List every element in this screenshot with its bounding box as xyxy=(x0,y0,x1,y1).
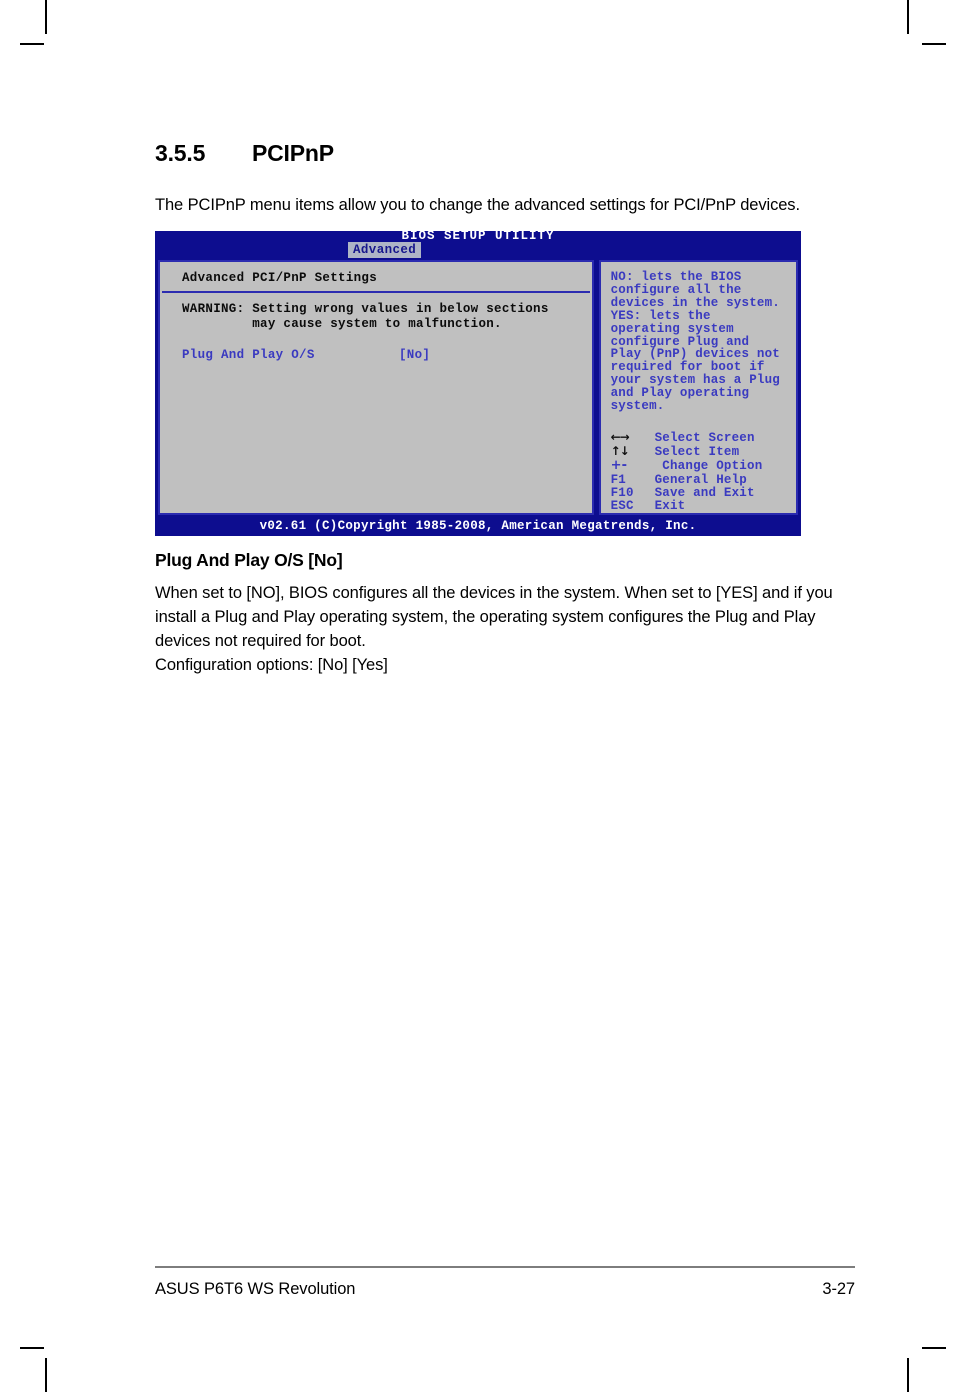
footer-product-name: ASUS P6T6 WS Revolution xyxy=(155,1280,356,1298)
legend-key-icon: ↑↓ xyxy=(610,444,630,459)
legend-description: Change Option xyxy=(654,459,763,474)
page-footer: ASUS P6T6 WS Revolution 3-27 xyxy=(155,1280,855,1299)
legend-key-icon: ←→ xyxy=(610,429,630,444)
legend-key-icon: F1 xyxy=(610,472,626,487)
bios-copyright-footer: v02.61 (C)Copyright 1985-2008, American … xyxy=(155,518,801,537)
crop-mark-top-right-horizontal xyxy=(922,43,946,45)
page-content: 3.5.5 PCIPnP The PCIPnP menu items allow… xyxy=(155,140,855,677)
legend-row: F1 General Help xyxy=(610,472,786,487)
legend-description: Save and Exit xyxy=(654,485,755,500)
page-title: PCIPnP xyxy=(252,140,334,166)
crop-mark-bottom-right-horizontal xyxy=(922,1347,946,1349)
footer-page-number: 3-27 xyxy=(822,1280,855,1298)
bios-setup-screenshot: BIOS SETUP UTILITY Advanced Advanced PCI… xyxy=(155,231,801,537)
settings-section-title: Advanced PCI/PnP Settings xyxy=(182,271,378,285)
body-paragraph: When set to [NO], BIOS configures all th… xyxy=(155,584,833,651)
section-heading: 3.5.5 PCIPnP xyxy=(155,140,855,167)
bios-help-panel: NO: lets the BIOS configure all the devi… xyxy=(598,260,798,516)
bios-settings-panel: Advanced PCI/PnP Settings WARNING: Setti… xyxy=(158,260,594,516)
legend-description: Select Screen xyxy=(654,430,755,445)
legend-description: General Help xyxy=(654,472,747,487)
section-divider xyxy=(162,291,590,293)
legend-row: ←→ Select Screen xyxy=(610,429,786,445)
legend-key-icon: +- xyxy=(610,458,628,474)
legend-description: Exit xyxy=(654,498,686,513)
help-text: NO: lets the BIOS configure all the devi… xyxy=(610,270,781,414)
legend-description: Select Item xyxy=(654,445,740,460)
legend-row: F10 Save and Exit xyxy=(610,485,786,500)
setting-value-plug-and-play-os[interactable]: [No] xyxy=(399,348,430,362)
bios-body: Advanced PCI/PnP Settings WARNING: Setti… xyxy=(155,258,801,519)
footer-divider xyxy=(155,1266,855,1268)
bios-key-legend: ←→ Select Screen ↑↓ Select Item +- Change Op… xyxy=(610,429,786,513)
section-number: 3.5.5 xyxy=(155,140,206,166)
document-page: 3.5.5 PCIPnP The PCIPnP menu items allow… xyxy=(0,0,954,1392)
crop-mark-bottom-left-vertical xyxy=(45,1358,47,1392)
bios-title: BIOS SETUP UTILITY xyxy=(401,231,555,243)
crop-mark-bottom-right-vertical xyxy=(907,1358,909,1392)
crop-mark-top-left-vertical xyxy=(45,0,47,34)
crop-mark-bottom-left-horizontal xyxy=(20,1347,44,1349)
crop-mark-top-left-horizontal xyxy=(20,43,44,45)
setting-label-plug-and-play-os: Plug And Play O/S xyxy=(182,348,315,362)
crop-mark-top-right-vertical xyxy=(907,0,909,34)
legend-row: +- Change Option xyxy=(611,459,786,473)
warning-line-2: may cause system to malfunction. xyxy=(182,317,502,331)
config-options-line: Configuration options: [No] [Yes] xyxy=(155,656,388,675)
subsection-heading: Plug And Play O/S [No] xyxy=(155,550,343,571)
intro-paragraph: The PCIPnP menu items allow you to chang… xyxy=(155,196,800,214)
setting-row-plug-and-play-os[interactable]: Plug And Play O/S [No] xyxy=(160,348,592,362)
legend-key-icon: ESC xyxy=(610,498,634,513)
legend-key-icon: F10 xyxy=(610,485,634,500)
tab-advanced[interactable]: Advanced xyxy=(348,242,422,258)
legend-row: ESC Exit xyxy=(610,498,786,513)
bios-title-bar: BIOS SETUP UTILITY Advanced xyxy=(155,231,801,258)
legend-row: ↑↓ Select Item xyxy=(610,444,786,460)
warning-line-1: WARNING: Setting wrong values in below s… xyxy=(182,302,549,316)
